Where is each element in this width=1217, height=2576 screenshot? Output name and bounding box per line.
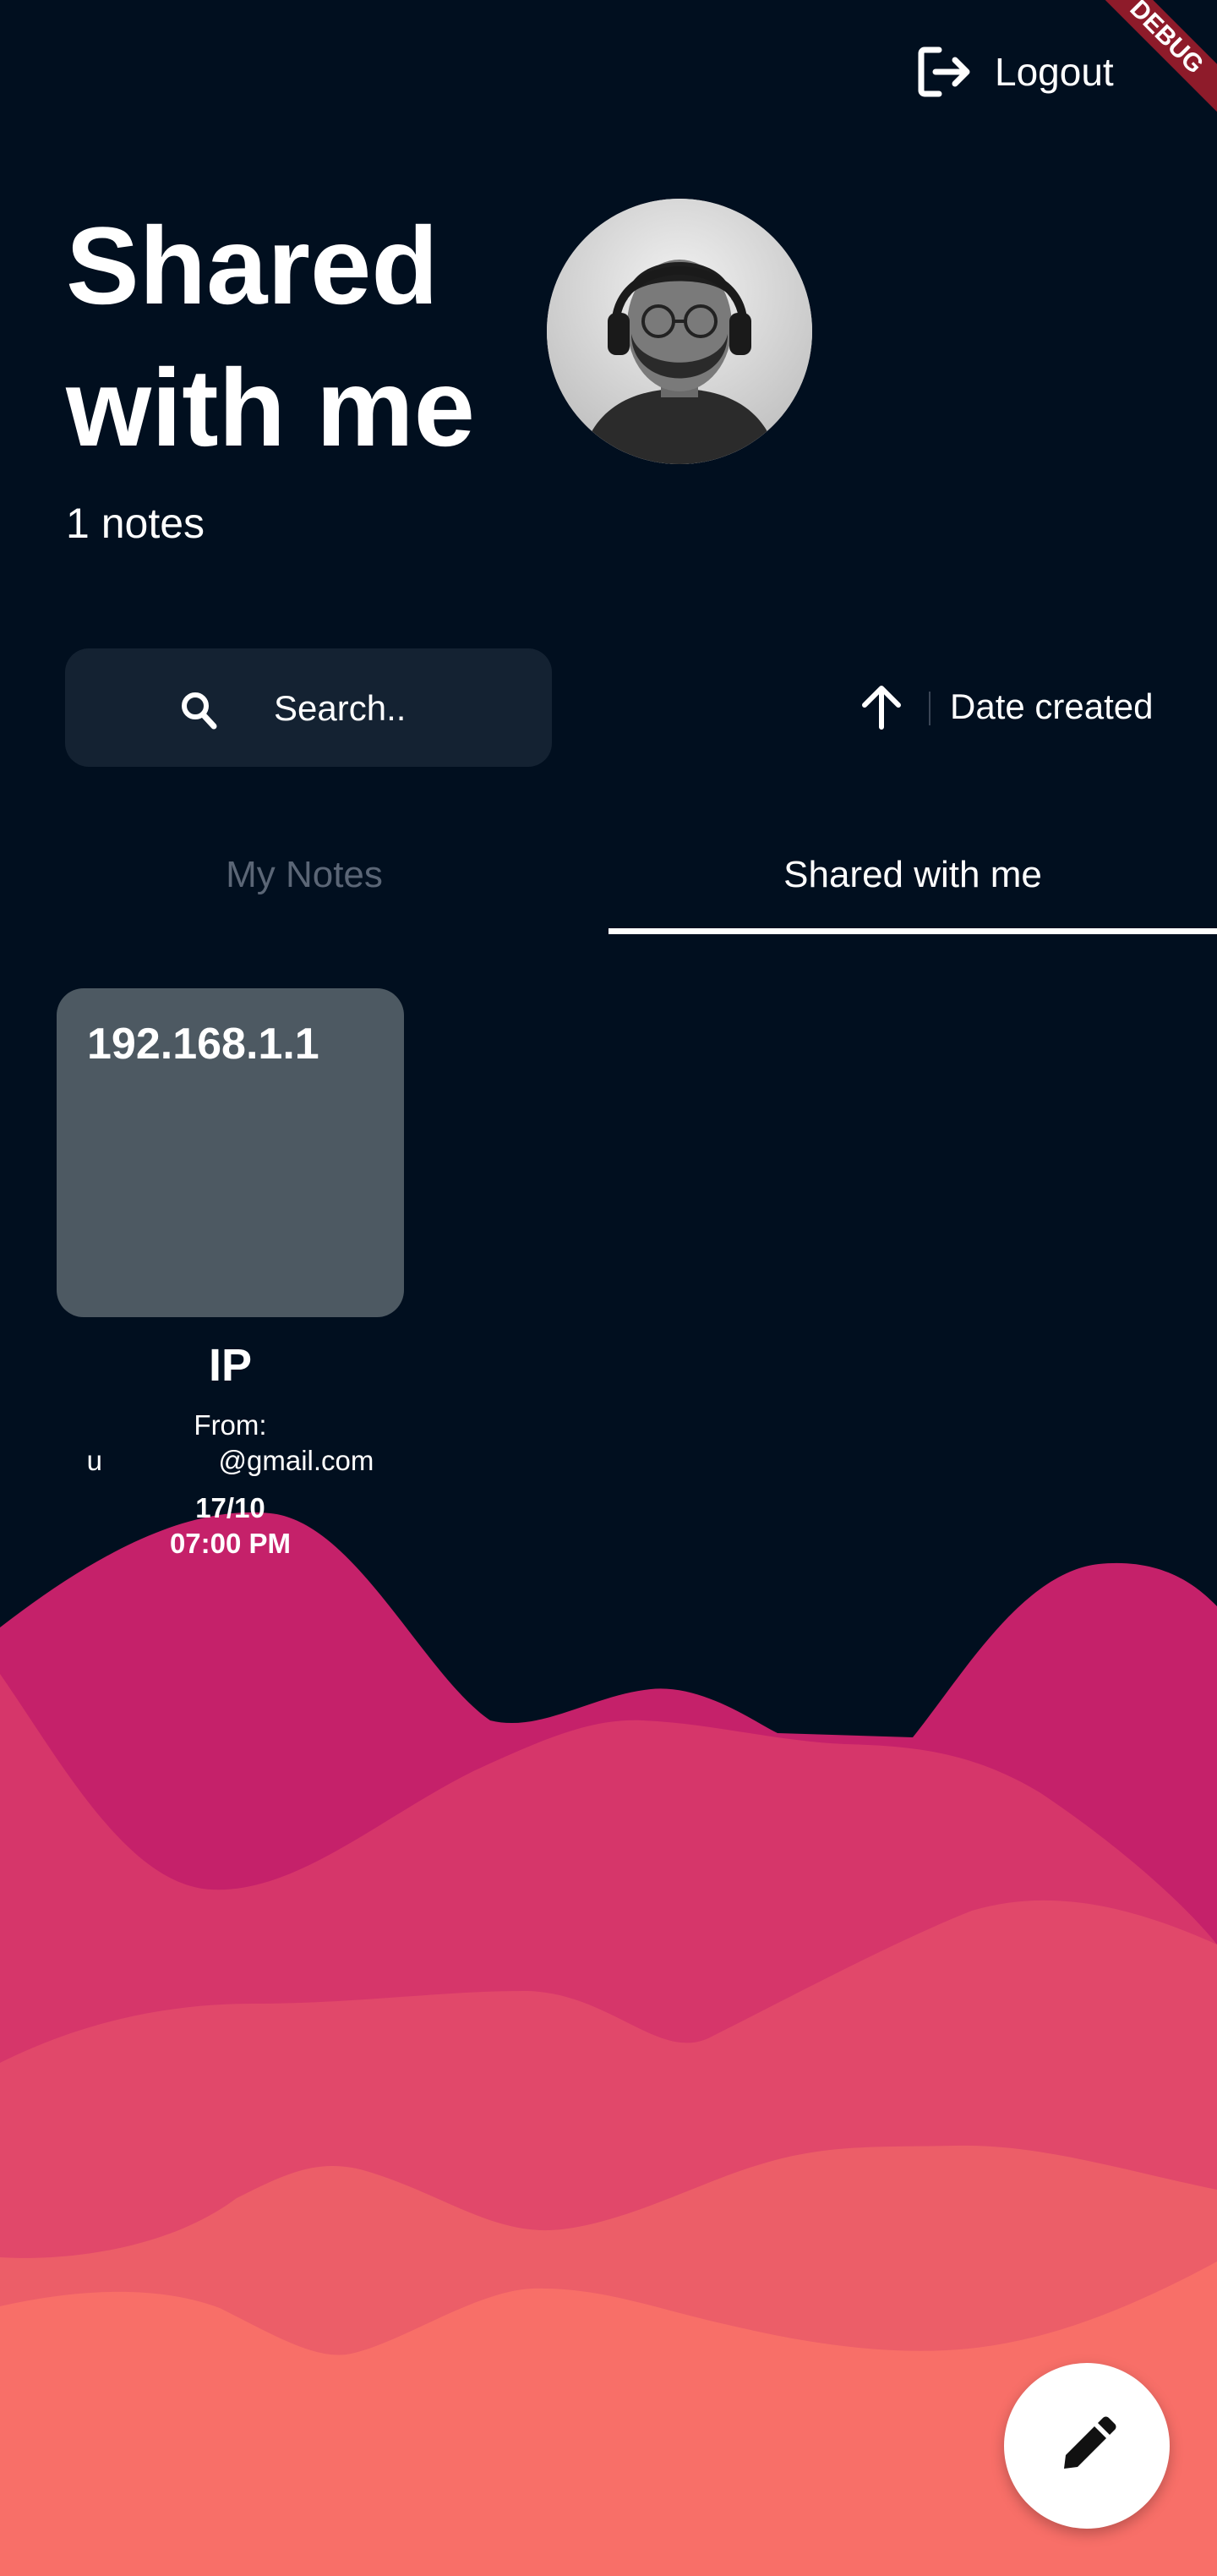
- search-icon: [182, 692, 217, 730]
- sort-divider: [929, 692, 930, 725]
- note-date-time: 07:00 PM: [169, 1528, 292, 1559]
- logout-label: Logout: [995, 50, 1114, 94]
- avatar-photo: [547, 199, 812, 464]
- note-card[interactable]: 192.168.1.1: [57, 988, 404, 1317]
- arrow-up-icon[interactable]: [860, 683, 903, 730]
- new-note-button[interactable]: [1004, 2363, 1170, 2529]
- avatar[interactable]: [547, 199, 812, 464]
- search-box[interactable]: [65, 648, 552, 767]
- note-from: From: u @gmail.com: [57, 1408, 404, 1479]
- tab-shared-with-me[interactable]: Shared with me: [608, 837, 1217, 913]
- note-date: 17/10 07:00 PM: [57, 1490, 404, 1561]
- note-from-label: From:: [194, 1409, 267, 1441]
- note-from-email: u @gmail.com: [86, 1445, 374, 1476]
- pencil-icon: [1064, 2416, 1116, 2469]
- note-count: 1 notes: [66, 500, 205, 547]
- search-input[interactable]: [272, 682, 529, 735]
- tab-indicator: [608, 928, 1217, 934]
- tab-my-notes[interactable]: My Notes: [0, 837, 608, 913]
- page-title: Shared with me: [66, 204, 475, 469]
- sort-button[interactable]: Date created: [950, 683, 1153, 730]
- note-card-content: 192.168.1.1: [87, 1020, 319, 1069]
- note-date-day: 17/10: [195, 1492, 265, 1523]
- logout-icon: [918, 46, 970, 97]
- logout-button[interactable]: Logout: [917, 42, 1114, 101]
- note-title: IP: [208, 1340, 253, 1391]
